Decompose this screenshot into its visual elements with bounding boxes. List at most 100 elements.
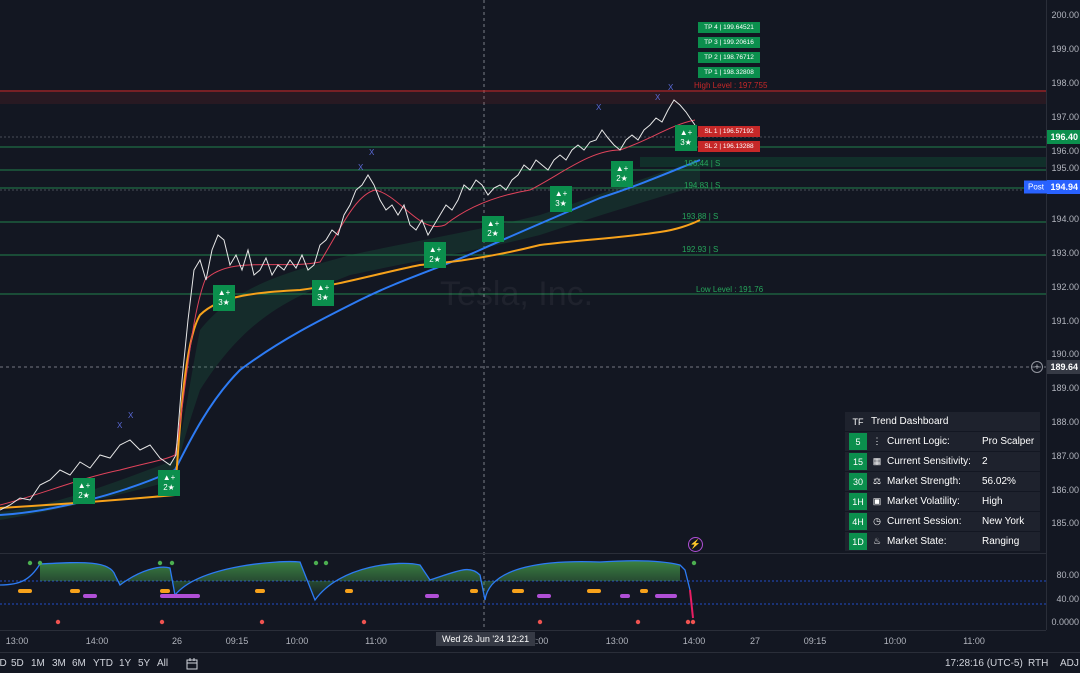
dashboard-label: Market Volatility:	[887, 496, 960, 507]
take-profit-label: TP 2 | 198.76712	[698, 52, 760, 63]
calendar-icon[interactable]	[186, 658, 198, 673]
take-profit-label: TP 1 | 198.32808	[698, 67, 760, 78]
level-label: 192.93 | S	[682, 245, 719, 254]
buy-signal[interactable]: ▲+ 3★	[675, 125, 697, 151]
signal-rating: 3★	[218, 298, 230, 307]
range-5y-button[interactable]: 5Y	[138, 658, 150, 669]
trend-cloud	[0, 160, 700, 520]
time-tick: 09:15	[225, 636, 249, 646]
sensitivity-icon: ▦	[872, 456, 882, 466]
dashboard-row: 15 ▦ Current Sensitivity: 2	[845, 452, 1040, 472]
signal-arrow: ▲+	[554, 189, 568, 198]
high-level-label: High Level : 197.755	[694, 81, 768, 90]
cross-marker: X	[655, 93, 661, 102]
signal-rating: 2★	[616, 174, 628, 183]
price-tick: 189.00	[1051, 383, 1079, 393]
add-alert-icon[interactable]: +	[1031, 361, 1043, 373]
osc-tick: 40.00	[1056, 594, 1079, 604]
buy-signal[interactable]: ▲+ 2★	[482, 216, 504, 242]
buy-signal[interactable]: ▲+ 3★	[550, 186, 572, 212]
stop-loss-label: SL 2 | 196.13288	[698, 141, 760, 152]
signal-rating: 2★	[487, 229, 499, 238]
buy-signal[interactable]: ▲+ 2★	[424, 242, 446, 268]
time-tick: 26	[171, 636, 183, 646]
time-tick: 11:00	[963, 636, 985, 646]
dashboard-label: Market Strength:	[887, 476, 961, 487]
price-tick: 200.00	[1051, 10, 1079, 20]
buy-signal[interactable]: ▲+ 3★	[312, 280, 334, 306]
timeframe-cell: 5	[849, 433, 867, 450]
trend-dashboard: TF Trend Dashboard 5 ⋮ Current Logic: Pr…	[845, 412, 1040, 552]
signal-arrow: ▲+	[77, 481, 91, 490]
buy-signal[interactable]: ▲+ 2★	[73, 478, 95, 504]
buy-signal[interactable]: ▲+ 3★	[213, 285, 235, 311]
osc-dots-purple	[83, 594, 677, 598]
cross-marker: X	[358, 163, 364, 172]
range-1m-button[interactable]: 1M	[31, 658, 45, 669]
price-tick: 197.00	[1051, 112, 1079, 122]
dashboard-value: Pro Scalper	[982, 436, 1035, 447]
time-tick: 14:00	[85, 636, 109, 646]
signal-rating: 2★	[163, 483, 175, 492]
price-tick: 188.00	[1051, 417, 1079, 427]
timeframe-cell: 4H	[849, 513, 867, 530]
dashboard-row: 30 ⚖ Market Strength: 56.02%	[845, 472, 1040, 492]
range-6m-button[interactable]: 6M	[72, 658, 86, 669]
level-label: 194.83 | S	[684, 181, 721, 190]
time-tick: 10:00	[285, 636, 309, 646]
price-tick: 198.00	[1051, 78, 1079, 88]
signal-rating: 3★	[680, 138, 692, 147]
timeframe-cell: 1D	[849, 533, 867, 550]
rth-toggle[interactable]: RTH	[1028, 658, 1048, 669]
dashboard-row: 5 ⋮ Current Logic: Pro Scalper	[845, 432, 1040, 452]
range-5d-button[interactable]: 5D	[11, 658, 24, 669]
price-tick: 196.00	[1051, 146, 1079, 156]
logic-icon: ⋮	[872, 436, 882, 446]
price-tick: 190.00	[1051, 349, 1079, 359]
level-label: 193.88 | S	[682, 212, 719, 221]
signal-rating: 2★	[429, 255, 441, 264]
dashboard-value: Ranging	[982, 536, 1020, 547]
clock-display[interactable]: 17:28:16 (UTC-5)	[945, 658, 1023, 669]
price-tick: 191.00	[1051, 316, 1079, 326]
cursor-price-tag: 189.64	[1047, 360, 1080, 374]
time-tick: 09:15	[803, 636, 827, 646]
buy-signal[interactable]: ▲+ 2★	[158, 470, 180, 496]
buy-signal[interactable]: ▲+ 2★	[611, 161, 633, 187]
price-tick: 195.00	[1051, 163, 1079, 173]
timeframe-cell: 15	[849, 453, 867, 470]
osc-dots-orange	[18, 589, 648, 593]
osc-tick: 0.0000	[1051, 617, 1079, 627]
signal-rating: 3★	[317, 293, 329, 302]
dashboard-row: 1H ▣ Market Volatility: High	[845, 492, 1040, 512]
range-3m-button[interactable]: 3M	[52, 658, 66, 669]
lightning-icon[interactable]: ⚡	[688, 537, 703, 552]
signal-arrow: ▲+	[486, 219, 500, 228]
dashboard-value: High	[982, 496, 1003, 507]
range-1d-button[interactable]: 1D	[0, 658, 7, 669]
level-label: 196.44 | S	[684, 159, 721, 168]
time-tick: 11:00	[365, 636, 387, 646]
range-ytd-button[interactable]: YTD	[93, 658, 113, 669]
range-1y-button[interactable]: 1Y	[119, 658, 131, 669]
price-tick: 194.00	[1051, 214, 1079, 224]
cross-marker: X	[668, 83, 674, 92]
osc-fill	[40, 560, 680, 600]
timeframe-cell: 1H	[849, 493, 867, 510]
time-tick: 13:00	[5, 636, 29, 646]
time-tick: 13:00	[605, 636, 629, 646]
high-level-zone	[0, 90, 1046, 104]
signal-arrow: ▲+	[428, 245, 442, 254]
post-session-badge: Post	[1024, 180, 1049, 194]
pane-divider[interactable]	[0, 553, 1046, 554]
price-axis[interactable]: 200.00 199.00 198.00 197.00 196.00 195.0…	[1046, 0, 1080, 630]
signal-arrow: ▲+	[679, 128, 693, 137]
post-price-tag: 194.94	[1047, 180, 1080, 194]
price-tick: 186.00	[1051, 485, 1079, 495]
range-all-button[interactable]: All	[157, 658, 168, 669]
timeframe-cell: 30	[849, 473, 867, 490]
cross-marker: X	[128, 411, 134, 420]
adj-toggle[interactable]: ADJ	[1060, 658, 1079, 669]
stop-loss-label: SL 1 | 196.57192	[698, 126, 760, 137]
clock-icon: ◷	[873, 516, 881, 526]
